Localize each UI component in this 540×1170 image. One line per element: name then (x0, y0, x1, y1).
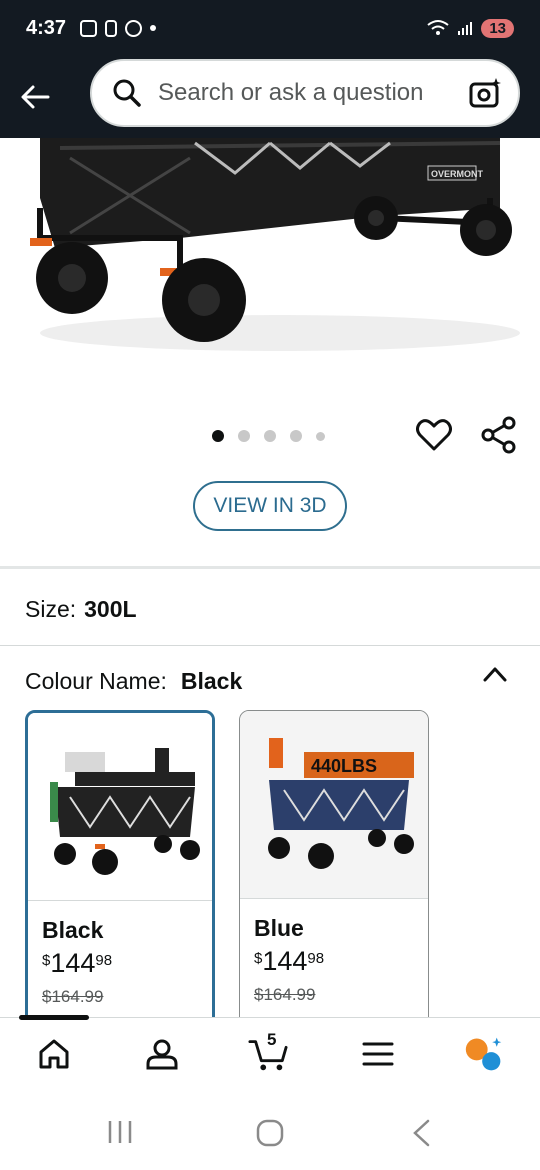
pagination-dot[interactable] (290, 430, 302, 442)
pagination-dot[interactable] (264, 430, 276, 442)
wifi-icon (427, 20, 449, 35)
home-icon (39, 1039, 69, 1069)
heart-icon[interactable] (416, 418, 452, 452)
price-currency: $ (254, 950, 263, 967)
size-value: 300L (84, 596, 137, 622)
search-placeholder: Search or ask a question (158, 79, 424, 106)
colour-option-black[interactable]: Black $ 144 98 $164.99 (25, 710, 215, 1030)
signal-icon (458, 22, 473, 35)
search-input[interactable]: Search or ask a question (90, 59, 520, 127)
notification-icons (80, 19, 157, 37)
pagination-dot[interactable] (238, 430, 250, 442)
app-header: Search or ask a question (0, 56, 540, 138)
swatch-price: $ 144 98 (254, 946, 428, 977)
price-cents: 98 (307, 950, 325, 967)
section-divider (0, 566, 540, 569)
battery-indicator: 13 (481, 18, 514, 38)
search-icon (113, 79, 141, 107)
back-arrow-icon[interactable] (18, 79, 54, 115)
list-price: $164.99 (42, 987, 104, 1006)
account-icon (146, 1039, 178, 1070)
nav-menu[interactable] (358, 1034, 398, 1074)
back-button-icon[interactable] (410, 1119, 432, 1147)
view-in-3d-button[interactable]: VIEW IN 3D (193, 481, 347, 531)
rufus-icon (465, 1037, 502, 1071)
nav-rufus[interactable] (464, 1034, 504, 1074)
status-time: 4:37 (26, 16, 67, 39)
swatch-image: 440LBS (240, 711, 428, 899)
pagination-dot[interactable] (212, 430, 224, 442)
screenshot-icon (80, 19, 98, 37)
price-currency: $ (42, 952, 51, 969)
product-image[interactable]: OVERMONT (0, 138, 540, 388)
size-selector[interactable]: Size: 300L (25, 596, 137, 623)
chevron-up-icon[interactable] (482, 664, 508, 684)
swatch-name: Black (42, 917, 104, 943)
swatch-price: $ 144 98 (42, 948, 212, 979)
pagination-dot[interactable] (316, 431, 325, 441)
price-cents: 98 (95, 952, 113, 969)
recent-apps-icon[interactable] (106, 1119, 134, 1145)
colour-value: Black (180, 668, 243, 694)
active-tab-indicator (19, 1015, 89, 1020)
price-whole: 144 (50, 948, 96, 978)
home-button-icon[interactable] (256, 1119, 284, 1147)
alert-icon (105, 19, 118, 37)
colour-option-blue[interactable]: 440LBS Blue $ 144 98 $164.99 (239, 710, 429, 1030)
wagon-photo: OVERMONT (0, 138, 540, 388)
menu-icon (362, 1042, 394, 1066)
camera-search-icon[interactable] (468, 76, 502, 110)
size-label: Size: (25, 596, 77, 622)
swatch-name: Blue (254, 915, 304, 941)
system-nav-bar (0, 1095, 540, 1170)
colour-heading: Colour Name: Black (25, 668, 242, 695)
nav-account[interactable] (142, 1034, 182, 1074)
list-price: $164.99 (254, 985, 316, 1004)
swatch-image (28, 713, 212, 901)
messenger-icon (125, 19, 143, 37)
image-pagination (212, 430, 325, 442)
cart-count: 5 (267, 1030, 277, 1049)
nav-cart[interactable]: 5 (248, 1030, 288, 1074)
colour-label: Colour Name: (25, 668, 167, 694)
section-divider (0, 645, 540, 646)
share-icon[interactable] (480, 416, 518, 454)
price-whole: 144 (262, 946, 308, 976)
svg-text:OVERMONT: OVERMONT (431, 169, 484, 179)
svg-text:440LBS: 440LBS (311, 756, 377, 776)
nav-home[interactable] (34, 1034, 74, 1074)
more-notifications-icon (150, 25, 157, 31)
bottom-nav: 5 (0, 1015, 540, 1095)
status-bar: 4:37 13 (0, 0, 540, 56)
